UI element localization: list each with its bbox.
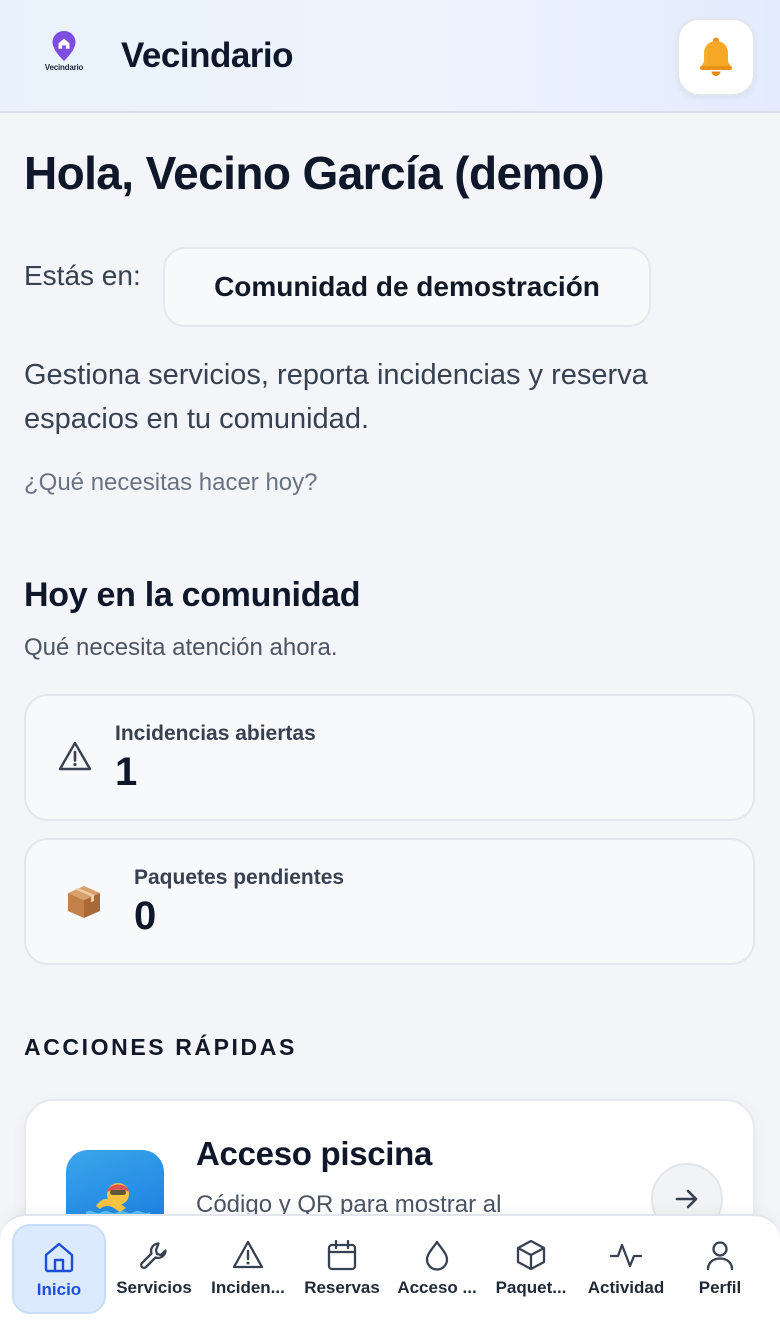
arrow-right-icon <box>675 1189 698 1209</box>
nav-label: Inicio <box>36 1280 82 1299</box>
bottom-navigation: Inicio Servicios Inciden... Reservas Acc… <box>0 1214 780 1328</box>
nav-item-actividad[interactable]: Actividad <box>579 1224 673 1314</box>
stat-value: 0 <box>134 894 157 938</box>
logo-wordmark: Vecindario <box>44 63 84 72</box>
package-icon <box>68 886 100 918</box>
nav-label: Paquet... <box>495 1278 567 1297</box>
nav-item-reservas[interactable]: Reservas <box>295 1224 389 1314</box>
nav-item-perfil[interactable]: Perfil <box>673 1224 767 1314</box>
nav-label: Perfil <box>698 1278 742 1297</box>
warning-icon <box>58 741 92 771</box>
nav-item-servicios[interactable]: Servicios <box>107 1224 201 1314</box>
stat-label: Paquetes pendientes <box>134 866 345 889</box>
wrench-icon <box>140 1242 167 1269</box>
nav-item-paquetes[interactable]: Paquet... <box>484 1224 578 1314</box>
stat-label: Incidencias abiertas <box>115 722 316 745</box>
activity-icon <box>609 1243 643 1268</box>
location-label: Estás en: <box>24 260 141 291</box>
user-icon <box>706 1241 734 1271</box>
stat-value: 1 <box>115 750 138 794</box>
notifications-button[interactable] <box>677 18 755 96</box>
section-subtitle-today: Qué necesita atención ahora. <box>24 634 338 661</box>
warning-icon <box>232 1240 264 1269</box>
prompt-question: ¿Qué necesitas hacer hoy? <box>24 469 318 496</box>
drop-icon <box>425 1240 449 1271</box>
nav-label: Servicios <box>116 1278 192 1297</box>
page-title: Hola, Vecino García (demo) <box>24 147 605 199</box>
nav-label: Inciden... <box>211 1278 285 1297</box>
location-pin-icon <box>52 31 76 61</box>
stat-card-pending-packages[interactable]: Paquetes pendientes 0 <box>24 838 755 965</box>
app-screen: Vecindario Vecindario Hola, Vecino Garcí… <box>0 0 780 1328</box>
section-title-today: Hoy en la comunidad <box>24 576 361 614</box>
nav-item-acceso[interactable]: Acceso ... <box>390 1224 484 1314</box>
nav-label: Acceso ... <box>397 1278 477 1297</box>
stat-card-open-issues[interactable]: Incidencias abiertas 1 <box>24 694 755 821</box>
nav-item-incidencias[interactable]: Inciden... <box>201 1224 295 1314</box>
community-selector[interactable]: Comunidad de demostración <box>163 247 651 327</box>
bell-icon <box>700 37 732 76</box>
top-header: Vecindario Vecindario <box>0 0 780 113</box>
action-title: Acceso piscina <box>196 1135 433 1172</box>
app-logo[interactable]: Vecindario <box>40 30 88 78</box>
nav-item-inicio[interactable]: Inicio <box>12 1224 106 1314</box>
section-title-quick-actions: ACCIONES RÁPIDAS <box>24 1034 297 1060</box>
box-icon <box>516 1239 546 1271</box>
app-title: Vecindario <box>121 36 294 75</box>
home-icon <box>44 1242 74 1273</box>
nav-label: Reservas <box>304 1278 380 1297</box>
calendar-icon <box>327 1239 357 1271</box>
intro-text: Gestiona servicios, reporta incidencias … <box>24 359 648 435</box>
nav-label: Actividad <box>587 1278 665 1297</box>
